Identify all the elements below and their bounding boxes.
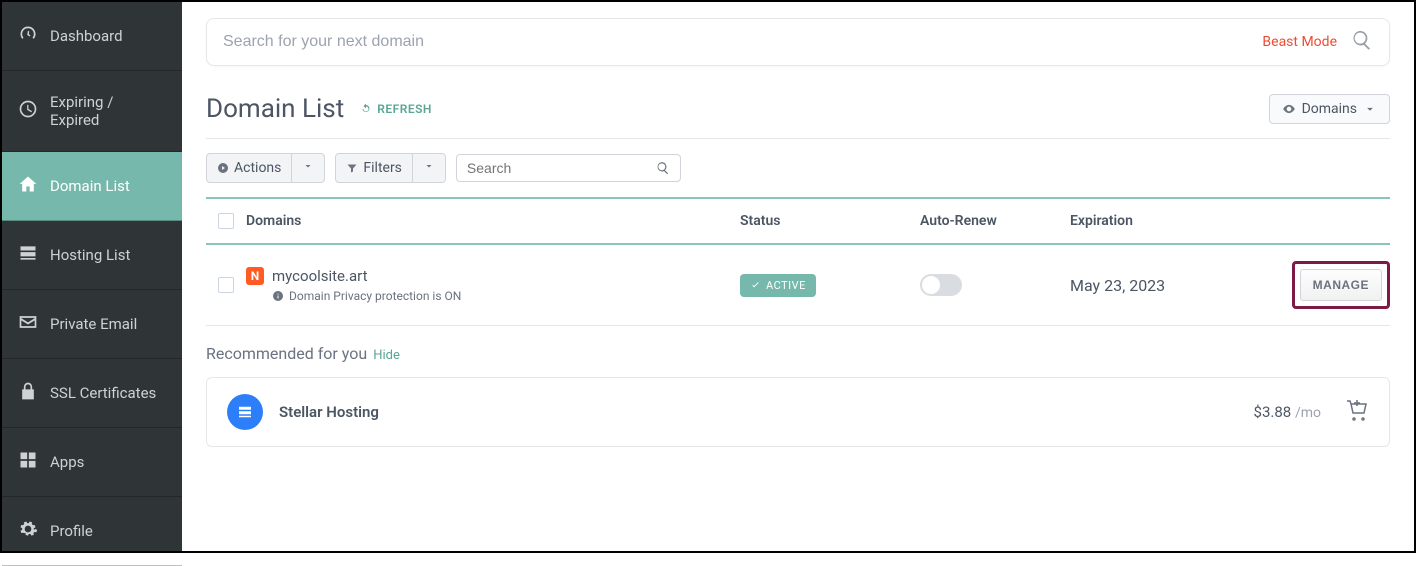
toolbar: Actions Filters — [206, 153, 1390, 183]
sidebar-item-ssl[interactable]: SSL Certificates — [2, 359, 182, 428]
sidebar-item-label: Private Email — [50, 315, 137, 333]
table-search — [456, 154, 681, 182]
recommended-period: /mo — [1295, 405, 1321, 421]
caret-down-icon — [1363, 102, 1377, 116]
main-content: Beast Mode Domain List REFRESH Domains — [182, 2, 1414, 551]
domain-name[interactable]: mycoolsite.art — [272, 267, 461, 285]
column-header-expiration[interactable]: Expiration — [1070, 213, 1290, 229]
view-dropdown[interactable]: Domains — [1269, 94, 1390, 124]
server-icon — [18, 243, 38, 267]
recommended-heading: Recommended for you Hide — [206, 344, 1390, 363]
sidebar-item-profile[interactable]: Profile — [2, 497, 182, 566]
domain-search-bar: Beast Mode — [206, 18, 1390, 66]
table-search-input[interactable] — [467, 160, 656, 176]
info-icon — [272, 290, 284, 302]
gear-icon — [18, 519, 38, 543]
column-header-status[interactable]: Status — [740, 213, 920, 229]
page-title: Domain List — [206, 94, 344, 124]
sidebar-item-dashboard[interactable]: Dashboard — [2, 2, 182, 71]
sidebar: Dashboard Expiring / Expired Domain List… — [2, 2, 182, 551]
gauge-icon — [18, 24, 38, 48]
sidebar-item-label: Hosting List — [50, 246, 130, 264]
privacy-note: Domain Privacy protection is ON — [272, 289, 461, 303]
clock-icon — [18, 99, 38, 123]
eye-icon — [1282, 102, 1296, 116]
sidebar-item-expiring[interactable]: Expiring / Expired — [2, 71, 182, 152]
row-checkbox[interactable] — [218, 277, 234, 293]
sidebar-item-hosting-list[interactable]: Hosting List — [2, 221, 182, 290]
sidebar-item-domain-list[interactable]: Domain List — [2, 152, 182, 221]
expiration-date: May 23, 2023 — [1070, 276, 1290, 295]
filters-dropdown[interactable]: Filters — [335, 153, 446, 183]
apps-icon — [18, 450, 38, 474]
lock-icon — [18, 381, 38, 405]
sidebar-item-label: Expiring / Expired — [50, 93, 166, 129]
sidebar-item-label: Apps — [50, 453, 84, 471]
sidebar-item-apps[interactable]: Apps — [2, 428, 182, 497]
select-all-checkbox[interactable] — [218, 213, 234, 229]
recommended-price: $3.88 — [1254, 403, 1292, 421]
auto-renew-toggle[interactable] — [920, 274, 962, 296]
recommended-card: Stellar Hosting $3.88 /mo — [206, 377, 1390, 447]
hosting-icon — [227, 394, 263, 430]
manage-button[interactable]: MANAGE — [1300, 269, 1382, 301]
add-to-cart-icon[interactable] — [1345, 398, 1369, 426]
sidebar-item-label: SSL Certificates — [50, 384, 156, 402]
refresh-icon — [360, 103, 372, 115]
check-icon — [750, 280, 761, 291]
page-header: Domain List REFRESH Domains — [206, 94, 1390, 139]
sidebar-item-label: Domain List — [50, 177, 130, 195]
manage-highlight: MANAGE — [1292, 261, 1390, 309]
caret-down-icon — [302, 160, 314, 172]
mail-icon — [18, 312, 38, 336]
recommended-title[interactable]: Stellar Hosting — [279, 403, 379, 421]
search-icon[interactable] — [656, 161, 670, 175]
sidebar-item-label: Dashboard — [50, 27, 123, 45]
actions-dropdown[interactable]: Actions — [206, 153, 325, 183]
search-icon[interactable] — [1351, 29, 1373, 55]
column-header-auto-renew[interactable]: Auto-Renew — [920, 213, 1070, 229]
home-icon — [18, 174, 38, 198]
sidebar-item-label: Profile — [50, 522, 93, 540]
play-circle-icon — [217, 162, 229, 174]
status-badge: ACTIVE — [740, 274, 816, 297]
beast-mode-link[interactable]: Beast Mode — [1262, 34, 1337, 50]
filter-icon — [346, 162, 358, 174]
refresh-button[interactable]: REFRESH — [360, 102, 432, 116]
domain-search-input[interactable] — [223, 33, 1262, 51]
domain-favicon-icon: N — [246, 267, 264, 285]
column-header-domain[interactable]: Domains — [246, 213, 740, 229]
table-row: N mycoolsite.art Domain Privacy protecti… — [206, 245, 1390, 326]
table-header: Domains Status Auto-Renew Expiration — [206, 197, 1390, 245]
sidebar-item-private-email[interactable]: Private Email — [2, 290, 182, 359]
hide-recommended-link[interactable]: Hide — [373, 348, 400, 363]
caret-down-icon — [423, 160, 435, 172]
